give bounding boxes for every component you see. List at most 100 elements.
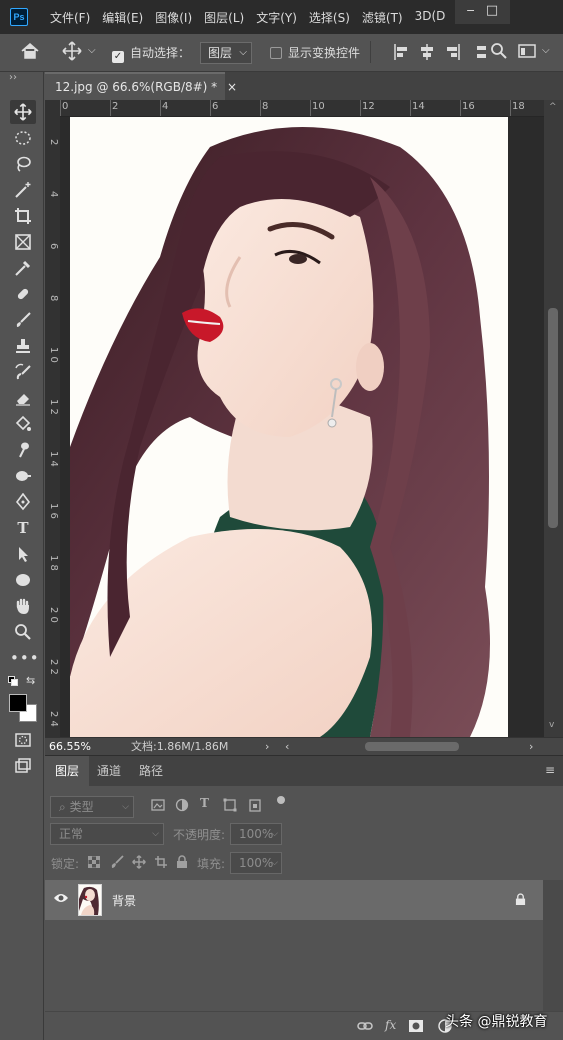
- layer-name[interactable]: 背景: [112, 892, 136, 909]
- blend-mode-dropdown[interactable]: 正常 ⌵: [50, 823, 164, 845]
- tab-layers[interactable]: 图层: [45, 756, 90, 786]
- zoom-level[interactable]: 66.55%: [49, 738, 91, 755]
- panel-menu-icon[interactable]: ≡: [545, 763, 555, 777]
- lock-position-icon[interactable]: [132, 855, 146, 872]
- menu-3d[interactable]: 3D(D: [415, 9, 446, 26]
- fill-field[interactable]: 100% ⌵: [230, 852, 282, 874]
- lock-image-pixels-icon[interactable]: [110, 855, 124, 872]
- document-tab[interactable]: 12.jpg @ 66.6%(RGB/8#) * ×: [45, 72, 237, 100]
- workspace-icon[interactable]: [518, 43, 536, 62]
- smudge-tool-icon[interactable]: [10, 438, 36, 462]
- collapse-chevron-icon[interactable]: ››: [9, 72, 17, 83]
- foreground-color-swatch[interactable]: [9, 694, 27, 712]
- hand-tool-icon[interactable]: [10, 594, 36, 618]
- lock-all-icon[interactable]: [176, 855, 188, 872]
- tab-paths[interactable]: 路径: [129, 756, 173, 786]
- close-icon[interactable]: ×: [227, 80, 237, 94]
- canvas-area[interactable]: [60, 117, 545, 737]
- brush-tool-icon[interactable]: [10, 308, 36, 332]
- menu-type[interactable]: 文字(Y): [256, 9, 297, 26]
- menu-edit[interactable]: 编辑(E): [102, 9, 143, 26]
- lock-transparent-pixels-icon[interactable]: [87, 855, 101, 871]
- horizontal-scrollbar-thumb[interactable]: [365, 742, 459, 751]
- ruler-top-label: 8: [262, 101, 269, 112]
- mask-icon[interactable]: [409, 1020, 423, 1035]
- menu-filter[interactable]: 滤镜(T): [362, 9, 403, 26]
- fx-icon[interactable]: fx: [385, 1018, 396, 1032]
- chevron-left-icon[interactable]: ‹: [285, 738, 289, 755]
- type-tool-icon[interactable]: T: [10, 516, 36, 540]
- default-colors-icon[interactable]: [8, 676, 18, 686]
- home-icon[interactable]: [20, 42, 40, 63]
- magic-wand-tool-icon[interactable]: [10, 178, 36, 202]
- ruler-left[interactable]: 2 4 6 8 1 0 1 2 1 4 1 6 1 8 2 0 2 2 2 4: [45, 117, 60, 737]
- move-tool-icon[interactable]: [10, 100, 36, 124]
- zoom-tool-icon[interactable]: [10, 620, 36, 644]
- filter-shape-icon[interactable]: [223, 798, 237, 815]
- opacity-field[interactable]: 100% ⌵: [230, 823, 282, 845]
- ruler-top[interactable]: 0246810121416182022: [60, 100, 545, 117]
- auto-select-toggle[interactable]: ✓ 自动选择：: [112, 44, 190, 63]
- healing-brush-tool-icon[interactable]: [10, 282, 36, 306]
- search-icon[interactable]: [490, 42, 508, 63]
- frame-tool-icon[interactable]: [10, 230, 36, 254]
- ellipse-tool-icon[interactable]: [10, 568, 36, 592]
- chevron-down-icon[interactable]: ⌵: [88, 45, 96, 56]
- chevron-right-icon[interactable]: ›: [529, 738, 533, 755]
- opacity-value: 100%: [239, 827, 274, 841]
- lasso-tool-icon[interactable]: [10, 152, 36, 176]
- history-brush-tool-icon[interactable]: [10, 360, 36, 384]
- tab-channels[interactable]: 通道: [87, 756, 131, 786]
- show-transform-checkbox[interactable]: [270, 47, 282, 59]
- show-transform-label: 显示变换控件: [288, 46, 361, 60]
- vertical-scrollbar[interactable]: ^ v: [544, 100, 563, 737]
- more-tools-icon[interactable]: •••: [10, 646, 39, 670]
- chevron-right-icon[interactable]: ›: [265, 738, 269, 755]
- layer-filter-dropdown[interactable]: ⌕ 类型 ⌵: [50, 796, 134, 818]
- distribute-icon[interactable]: [474, 43, 488, 64]
- scroll-down-icon[interactable]: v: [549, 720, 554, 730]
- eraser-tool-icon[interactable]: [10, 386, 36, 410]
- crop-tool-icon[interactable]: [10, 204, 36, 228]
- chevron-down-icon: ⌵: [152, 829, 159, 839]
- layers-scrollbar[interactable]: [543, 880, 563, 1011]
- filter-type-icon[interactable]: T: [200, 796, 209, 810]
- link-icon[interactable]: [357, 1020, 373, 1035]
- ruler-top-label: 18: [512, 101, 525, 112]
- eyedropper-tool-icon[interactable]: [10, 256, 36, 280]
- align-center-icon[interactable]: [419, 43, 435, 64]
- filter-pixel-icon[interactable]: [151, 798, 165, 815]
- pen-tool-icon[interactable]: [10, 490, 36, 514]
- eye-icon[interactable]: [53, 892, 69, 907]
- filter-toggle-icon[interactable]: [277, 796, 285, 804]
- filter-adjustment-icon[interactable]: [175, 798, 189, 815]
- path-selection-tool-icon[interactable]: [10, 542, 36, 566]
- auto-select-checkbox[interactable]: ✓: [112, 51, 124, 63]
- menu-image[interactable]: 图像(I): [155, 9, 192, 26]
- stamp-tool-icon[interactable]: [10, 334, 36, 358]
- menu-list: 文件(F) 编辑(E) 图像(I) 图层(L) 文字(Y) 选择(S) 滤镜(T…: [50, 9, 457, 26]
- show-transform-toggle[interactable]: 显示变换控件: [270, 44, 360, 61]
- move-tool-icon[interactable]: [62, 41, 82, 64]
- align-left-icon[interactable]: [393, 43, 409, 64]
- layer-row-background[interactable]: 背景: [45, 880, 543, 920]
- menu-select[interactable]: 选择(S): [309, 9, 350, 26]
- auto-select-target-dropdown[interactable]: 图层 ⌵: [200, 42, 252, 64]
- screen-mode-icon[interactable]: [10, 754, 36, 778]
- chevron-down-icon: ⌵: [271, 858, 278, 868]
- filter-smart-object-icon[interactable]: [248, 798, 262, 815]
- maximize-button[interactable]: □: [474, 0, 510, 24]
- marquee-tool-icon[interactable]: [10, 126, 36, 150]
- scrollbar-thumb[interactable]: [548, 308, 558, 528]
- paint-bucket-tool-icon[interactable]: [10, 412, 36, 436]
- chevron-down-icon[interactable]: ⌵: [542, 45, 550, 56]
- lock-artboard-icon[interactable]: [154, 855, 168, 872]
- quick-mask-icon[interactable]: [10, 728, 36, 752]
- scroll-up-icon[interactable]: ^: [549, 102, 557, 112]
- menu-file[interactable]: 文件(F): [50, 9, 90, 26]
- swap-colors-icon[interactable]: ⇆: [26, 674, 35, 687]
- dodge-tool-icon[interactable]: [10, 464, 36, 488]
- menu-layer[interactable]: 图层(L): [204, 9, 244, 26]
- align-right-icon[interactable]: [445, 43, 461, 64]
- ruler-left-label: 1 2: [48, 399, 59, 415]
